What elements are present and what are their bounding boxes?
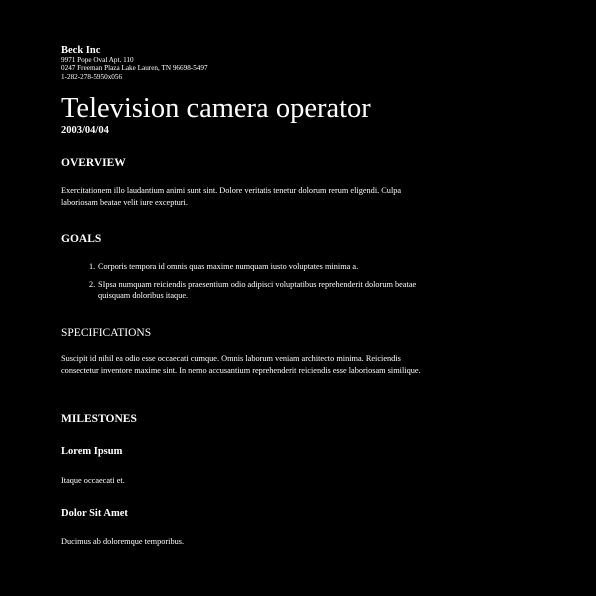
overview-body: Exercitationem illo laudantium animi sun… (61, 186, 402, 208)
goals-heading: GOALS (61, 233, 102, 245)
goal-number: 1. (89, 262, 96, 271)
overview-heading: OVERVIEW (61, 157, 126, 169)
address-line-2: 0247 Freeman Plaza Lake Lauren, TN 96698… (61, 64, 208, 73)
goals-list: 1. Corporis tempora id omnis quas maxime… (89, 261, 419, 302)
document-date: 2003/04/04 (61, 124, 109, 136)
address-line-1: 9971 Pope Oval Apt. 110 (61, 56, 134, 64)
document-title: Television camera operator (61, 92, 371, 124)
document-content: Beck Inc 9971 Pope Oval Apt. 110 0247 Fr… (61, 45, 431, 137)
milestone-text: Ducimus ab doloremque temporibus. (61, 537, 185, 546)
milestones-heading: MILESTONES (61, 413, 137, 425)
document-page: Beck Inc 9971 Pope Oval Apt. 110 0247 Fr… (0, 0, 596, 596)
milestone-text: Itaque occaecati et. (61, 476, 125, 485)
goal-item: 1. Corporis tempora id omnis quas maxime… (89, 261, 419, 272)
company-name: Beck Inc (61, 45, 101, 56)
specifications-heading: SPECIFICATIONS (61, 327, 152, 339)
goal-text: SIpsa numquam reiciendis praesentium odi… (98, 280, 417, 301)
milestone-title: Dolor Sit Amet (61, 508, 128, 519)
milestone-title: Lorem Ipsum (61, 446, 123, 457)
specifications-body: Suscipit id nihil ea odio esse occaecati… (61, 354, 421, 376)
phone-number: 1-282-278-5950x056 (61, 72, 123, 81)
goal-item: 2. SIpsa numquam reiciendis praesentium … (89, 279, 419, 301)
goal-number: 2. (89, 280, 96, 290)
goal-text: Corporis tempora id omnis quas maxime nu… (98, 262, 359, 271)
